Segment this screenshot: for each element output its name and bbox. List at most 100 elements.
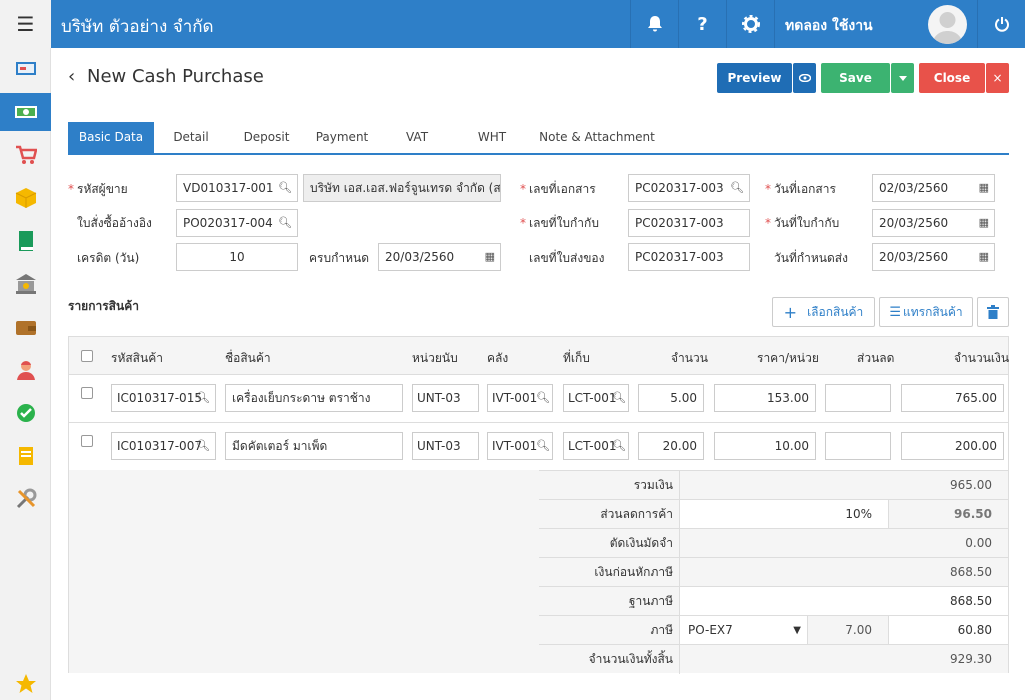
calendar-icon[interactable]: ▦ (979, 175, 989, 201)
price-input[interactable]: 10.00 (714, 432, 816, 460)
price-input[interactable]: 153.00 (714, 384, 816, 412)
bank-icon[interactable] (0, 265, 51, 303)
summary-total-row: รวมเงิน 965.00 (539, 470, 1008, 500)
calendar-icon[interactable]: ▦ (979, 244, 989, 270)
calendar-icon[interactable]: ▦ (979, 210, 989, 236)
user-name[interactable]: ทดลอง ใช้งาน (785, 15, 873, 37)
calendar-icon[interactable]: ▦ (485, 244, 495, 270)
discount-input[interactable] (825, 432, 891, 460)
receipt-date-input[interactable]: 20/03/2560 ▦ (872, 209, 995, 237)
discount-pct-input[interactable]: 10% (680, 500, 888, 529)
net-label: จำนวนเงินทั้งสิ้น (539, 645, 680, 674)
doc-no-input[interactable]: PC020317-003 🔍︎ (628, 174, 750, 202)
qty-input[interactable]: 5.00 (638, 384, 704, 412)
search-icon[interactable]: 🔍︎ (612, 433, 626, 459)
dashboard-icon[interactable] (0, 50, 51, 88)
vat-amount-input[interactable]: 60.80 (888, 616, 1008, 645)
row-checkbox[interactable] (81, 435, 93, 447)
search-icon[interactable]: 🔍︎ (536, 385, 550, 411)
power-icon[interactable] (977, 0, 1025, 48)
close-icon[interactable]: × (986, 63, 1009, 93)
amount-input[interactable]: 765.00 (901, 384, 1004, 412)
before-vat-label: เงินก่อนหักภาษี (539, 558, 680, 587)
discount-input[interactable] (825, 384, 891, 412)
plus-icon: + (783, 302, 798, 322)
table-row: IC010317-007 🔍︎ มีดคัตเตอร์ มาเพ็ด UNT-03… (69, 423, 1008, 471)
trash-icon[interactable] (977, 297, 1009, 327)
base-label: ฐานภาษี (539, 587, 680, 616)
save-button[interactable]: Save (821, 63, 890, 93)
insert-product-button[interactable]: ☰ แทรกสินค้า (879, 297, 973, 327)
search-icon[interactable]: 🔍︎ (196, 385, 210, 411)
grid-header: รหัสสินค้า ชื่อสินค้า หน่วยนับ คลัง ที่เ… (69, 337, 1010, 375)
tab-note-attachment[interactable]: Note & Attachment (538, 122, 656, 153)
receipt-date-label: * วันที่ใบกำกับ (765, 216, 840, 230)
tab-vat[interactable]: VAT (398, 122, 436, 153)
avatar[interactable] (928, 5, 967, 44)
vendor-code-input[interactable]: VD010317-001 🔍︎ (176, 174, 298, 202)
search-icon[interactable]: 🔍︎ (536, 433, 550, 459)
gear-icon[interactable] (726, 0, 774, 48)
unit-input[interactable]: UNT-03 (412, 432, 479, 460)
eye-icon[interactable] (793, 63, 816, 93)
help-icon[interactable]: ? (678, 0, 726, 48)
menu-icon[interactable]: ☰ (0, 0, 51, 48)
search-icon[interactable]: 🔍︎ (278, 210, 292, 236)
location-input[interactable]: LCT-001 🔍︎ (563, 432, 629, 460)
sidebar (0, 48, 51, 700)
tab-wht[interactable]: WHT (472, 122, 512, 153)
search-icon[interactable]: 🔍︎ (278, 175, 292, 201)
due-date-input[interactable]: 20/03/2560 ▦ (378, 243, 501, 271)
people-icon[interactable] (0, 351, 51, 389)
product-code-input[interactable]: IC010317-007 🔍︎ (111, 432, 216, 460)
col-amount: จำนวนเงิน (954, 351, 1010, 365)
delivery-date-input[interactable]: 20/03/2560 ▦ (872, 243, 995, 271)
wallet-icon[interactable] (0, 308, 51, 346)
po-ref-input[interactable]: PO020317-004 🔍︎ (176, 209, 298, 237)
row-checkbox[interactable] (81, 387, 93, 399)
warehouse-input[interactable]: IVT-001 🔍︎ (487, 384, 553, 412)
cart-icon[interactable] (0, 136, 51, 174)
summary-discount-row: ส่วนลดการค้า 10% 96.50 (539, 499, 1008, 529)
po-ref-label: ใบสั่งซื้ออ้างอิง (77, 216, 152, 230)
doc-date-input[interactable]: 02/03/2560 ▦ (872, 174, 995, 202)
back-icon[interactable]: ‹ (68, 66, 75, 87)
table-row: IC010317-015 🔍︎ เครื่องเย็บกระดาษ ตราช้าง… (69, 375, 1008, 423)
product-name-input[interactable]: มีดคัตเตอร์ มาเพ็ด (225, 432, 403, 460)
summary-vat-row: ภาษี PO-EX7 ▼ 7.00 60.80 (539, 615, 1008, 645)
unit-input[interactable]: UNT-03 (412, 384, 479, 412)
check-icon[interactable] (0, 394, 51, 432)
box-icon[interactable] (0, 179, 51, 217)
preview-button[interactable]: Preview (717, 63, 792, 93)
warehouse-input[interactable]: IVT-001 🔍︎ (487, 432, 553, 460)
tab-basic-data[interactable]: Basic Data (68, 122, 154, 153)
qty-input[interactable]: 20.00 (638, 432, 704, 460)
search-icon[interactable]: 🔍︎ (730, 175, 744, 201)
tab-deposit[interactable]: Deposit (238, 122, 295, 153)
product-name-input[interactable]: เครื่องเย็บกระดาษ ตราช้าง (225, 384, 403, 412)
tools-icon[interactable] (0, 480, 51, 518)
receipt-no-input[interactable]: PC020317-003 (628, 209, 750, 237)
items-section-title: รายการสินค้า (68, 299, 139, 313)
star-icon[interactable] (0, 668, 51, 700)
amount-input[interactable]: 200.00 (901, 432, 1004, 460)
close-button[interactable]: Close (919, 63, 985, 93)
save-dropdown-icon[interactable] (891, 63, 914, 93)
select-product-button[interactable]: + เลือกสินค้า (772, 297, 875, 327)
vat-code-select[interactable]: PO-EX7 ▼ (680, 616, 807, 645)
bell-icon[interactable] (630, 0, 678, 48)
search-icon[interactable]: 🔍︎ (196, 433, 210, 459)
money-icon[interactable] (0, 93, 51, 131)
total-label: รวมเงิน (539, 471, 680, 500)
base-input[interactable]: 868.50 (680, 587, 1008, 616)
report-icon[interactable] (0, 437, 51, 475)
delivery-no-input[interactable]: PC020317-003 (628, 243, 750, 271)
select-all-checkbox[interactable] (81, 350, 93, 362)
location-input[interactable]: LCT-001 🔍︎ (563, 384, 629, 412)
product-code-input[interactable]: IC010317-015 🔍︎ (111, 384, 216, 412)
book-icon[interactable] (0, 222, 51, 260)
tab-payment[interactable]: Payment (311, 122, 373, 153)
search-icon[interactable]: 🔍︎ (612, 385, 626, 411)
tab-detail[interactable]: Detail (164, 122, 218, 153)
credit-input[interactable]: 10 (176, 243, 298, 271)
